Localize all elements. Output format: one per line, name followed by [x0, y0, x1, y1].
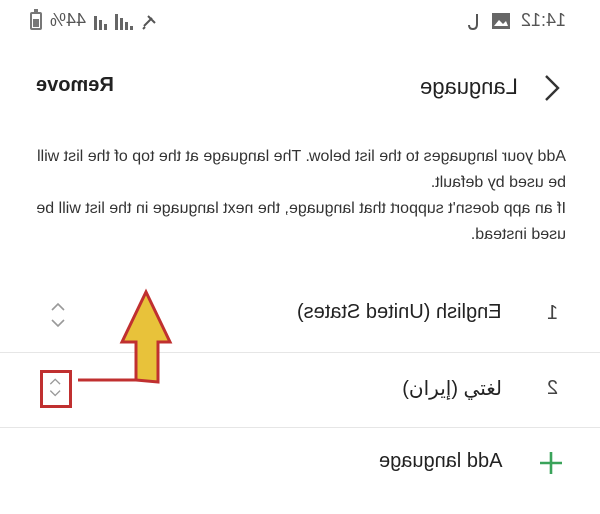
- add-language-row[interactable]: Add language: [0, 428, 600, 498]
- language-name: لغتي (إيران): [402, 378, 502, 400]
- reorder-icon[interactable]: [42, 296, 74, 334]
- add-language-label: Add language: [378, 450, 502, 472]
- status-bar: 44% 14:12: [0, 0, 600, 44]
- language-number: 1: [546, 302, 558, 324]
- language-list: English (United States) 1 لغتي (إيران) 2: [0, 278, 600, 428]
- language-row-1[interactable]: English (United States) 1: [0, 278, 600, 353]
- signal-icon-2: [115, 12, 134, 30]
- battery-percent: 44%: [50, 10, 87, 30]
- status-right: 14:12: [467, 10, 566, 31]
- back-chevron-icon[interactable]: [538, 68, 564, 108]
- status-left: 44%: [30, 8, 159, 31]
- language-name: English (United States): [297, 301, 502, 323]
- page-title: Language: [420, 74, 518, 99]
- language-row-2[interactable]: لغتي (إيران) 2: [0, 353, 600, 428]
- description-line-1: Add your languages to the list below. Th…: [37, 148, 566, 191]
- notification-icon: [467, 13, 478, 30]
- reorder-icon-highlighted[interactable]: [40, 370, 72, 408]
- description-line-2: If an app doesn't support that language,…: [36, 200, 566, 243]
- header: Remove Language: [0, 56, 600, 120]
- clock: 14:12: [520, 10, 566, 30]
- mute-icon: [142, 14, 156, 30]
- image-icon: [491, 12, 510, 29]
- signal-icon: [94, 12, 108, 30]
- language-number: 2: [546, 377, 558, 399]
- battery-icon: [30, 8, 42, 30]
- remove-button[interactable]: Remove: [36, 74, 114, 97]
- description: Add your languages to the list below. Th…: [36, 144, 566, 248]
- plus-icon: [540, 452, 562, 474]
